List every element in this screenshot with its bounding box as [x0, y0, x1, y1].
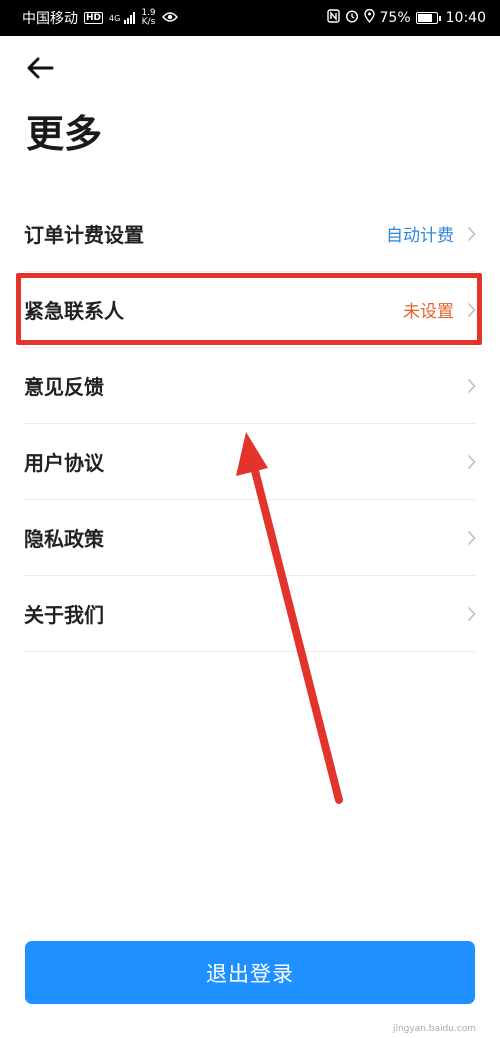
menu-item-label: 隐私政策	[24, 527, 104, 551]
battery-percent: 75%	[379, 10, 411, 26]
status-bar: 中国移动 HD 4G 1.9 K/s 75% 10:40	[0, 0, 500, 36]
location-icon	[363, 8, 375, 27]
network-type: 4G	[109, 13, 121, 23]
back-arrow-icon	[27, 57, 54, 79]
menu-item-privacy-policy[interactable]: 隐私政策	[24, 500, 476, 576]
nfc-icon	[326, 9, 340, 27]
menu-item-user-agreement[interactable]: 用户协议	[24, 424, 476, 500]
menu-item-label: 订单计费设置	[24, 223, 144, 247]
baidu-watermark: Bai 经验 jingyan.baidu.com	[393, 1004, 476, 1034]
hd-badge: HD	[84, 12, 104, 24]
menu-item-billing-settings[interactable]: 订单计费设置 自动计费	[24, 196, 476, 272]
eye-icon	[161, 9, 178, 27]
menu-item-label: 紧急联系人	[24, 299, 124, 323]
menu-item-emergency-contact[interactable]: 紧急联系人 未设置	[24, 272, 476, 348]
menu-item-label: 用户协议	[24, 451, 104, 475]
chevron-right-icon	[466, 225, 476, 243]
watermark-text: Bai	[403, 1006, 428, 1022]
chevron-right-icon	[466, 605, 476, 623]
battery-icon	[415, 12, 441, 24]
menu-item-value: 未设置	[403, 302, 454, 322]
watermark-sub: jingyan.baidu.com	[392, 1024, 476, 1034]
back-button[interactable]	[24, 52, 56, 84]
menu-item-value: 自动计费	[386, 226, 454, 246]
page-title: 更多	[26, 112, 103, 156]
menu-item-feedback[interactable]: 意见反馈	[24, 348, 476, 424]
clock-time: 10:40	[445, 10, 486, 26]
chevron-right-icon	[466, 301, 476, 319]
logout-button[interactable]: 退出登录	[25, 941, 475, 1004]
watermark-text-2: 经验	[448, 1007, 476, 1023]
alarm-icon	[345, 9, 359, 27]
carrier-name: 中国移动	[22, 11, 78, 27]
network-speed: 1.9 K/s	[141, 9, 155, 27]
menu-item-about-us[interactable]: 关于我们	[24, 576, 476, 652]
menu-item-label: 关于我们	[24, 603, 104, 627]
paw-icon	[430, 1004, 446, 1024]
speed-unit: K/s	[141, 17, 156, 27]
chevron-right-icon	[466, 529, 476, 547]
chevron-right-icon	[466, 453, 476, 471]
menu-item-label: 意见反馈	[24, 375, 104, 399]
settings-menu: 订单计费设置 自动计费 紧急联系人 未设置 意见反馈 用户协议 隐私政策 关于我…	[24, 196, 476, 652]
chevron-right-icon	[466, 377, 476, 395]
signal-icon	[124, 12, 136, 24]
